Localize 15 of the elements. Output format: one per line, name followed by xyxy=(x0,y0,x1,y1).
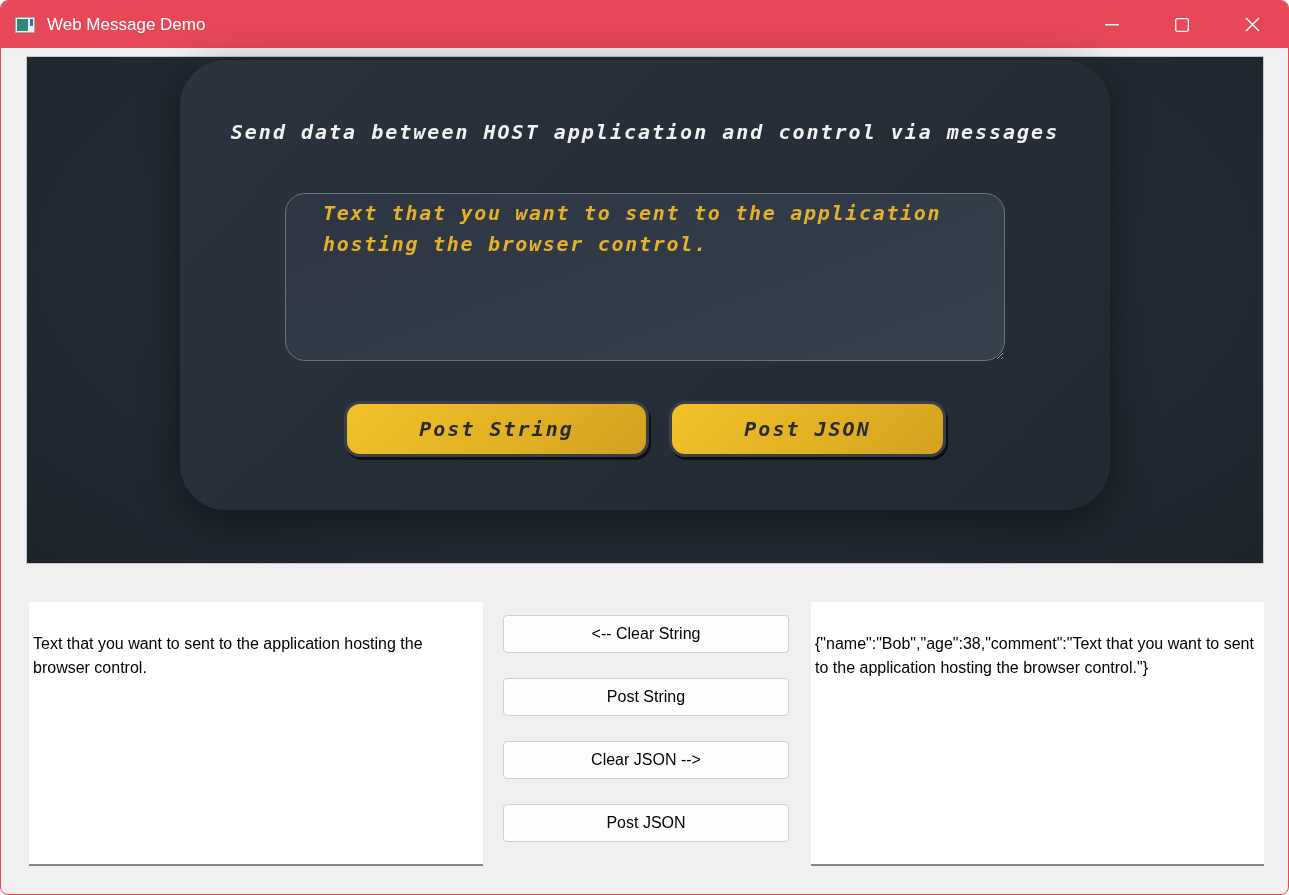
close-icon[interactable] xyxy=(1245,17,1260,32)
action-button[interactable]: Post JSON xyxy=(503,804,789,842)
action-button[interactable]: <-- Clear String xyxy=(503,615,789,653)
window-title: Web Message Demo xyxy=(47,14,206,35)
action-button[interactable]: Post String xyxy=(503,678,789,716)
string-output: Text that you want to sent to the application hosting the browser control. xyxy=(29,602,483,866)
heading: Send data between HOST application and control via messages xyxy=(230,120,1060,144)
minimize-icon[interactable] xyxy=(1105,23,1119,26)
app-icon xyxy=(15,16,35,33)
message-field[interactable]: Text that you want to sent to the application hosting the browser control. xyxy=(285,193,1005,361)
post-button[interactable]: Post JSON xyxy=(669,401,946,457)
action-button[interactable]: Clear JSON --> xyxy=(503,741,789,779)
maximize-icon[interactable] xyxy=(1175,17,1189,32)
post-button[interactable]: Post String xyxy=(344,401,649,457)
json-output: {"name":"Bob","age":38,"comment":"Text that you want to sent to the application hosting the browser control."} xyxy=(811,602,1264,866)
